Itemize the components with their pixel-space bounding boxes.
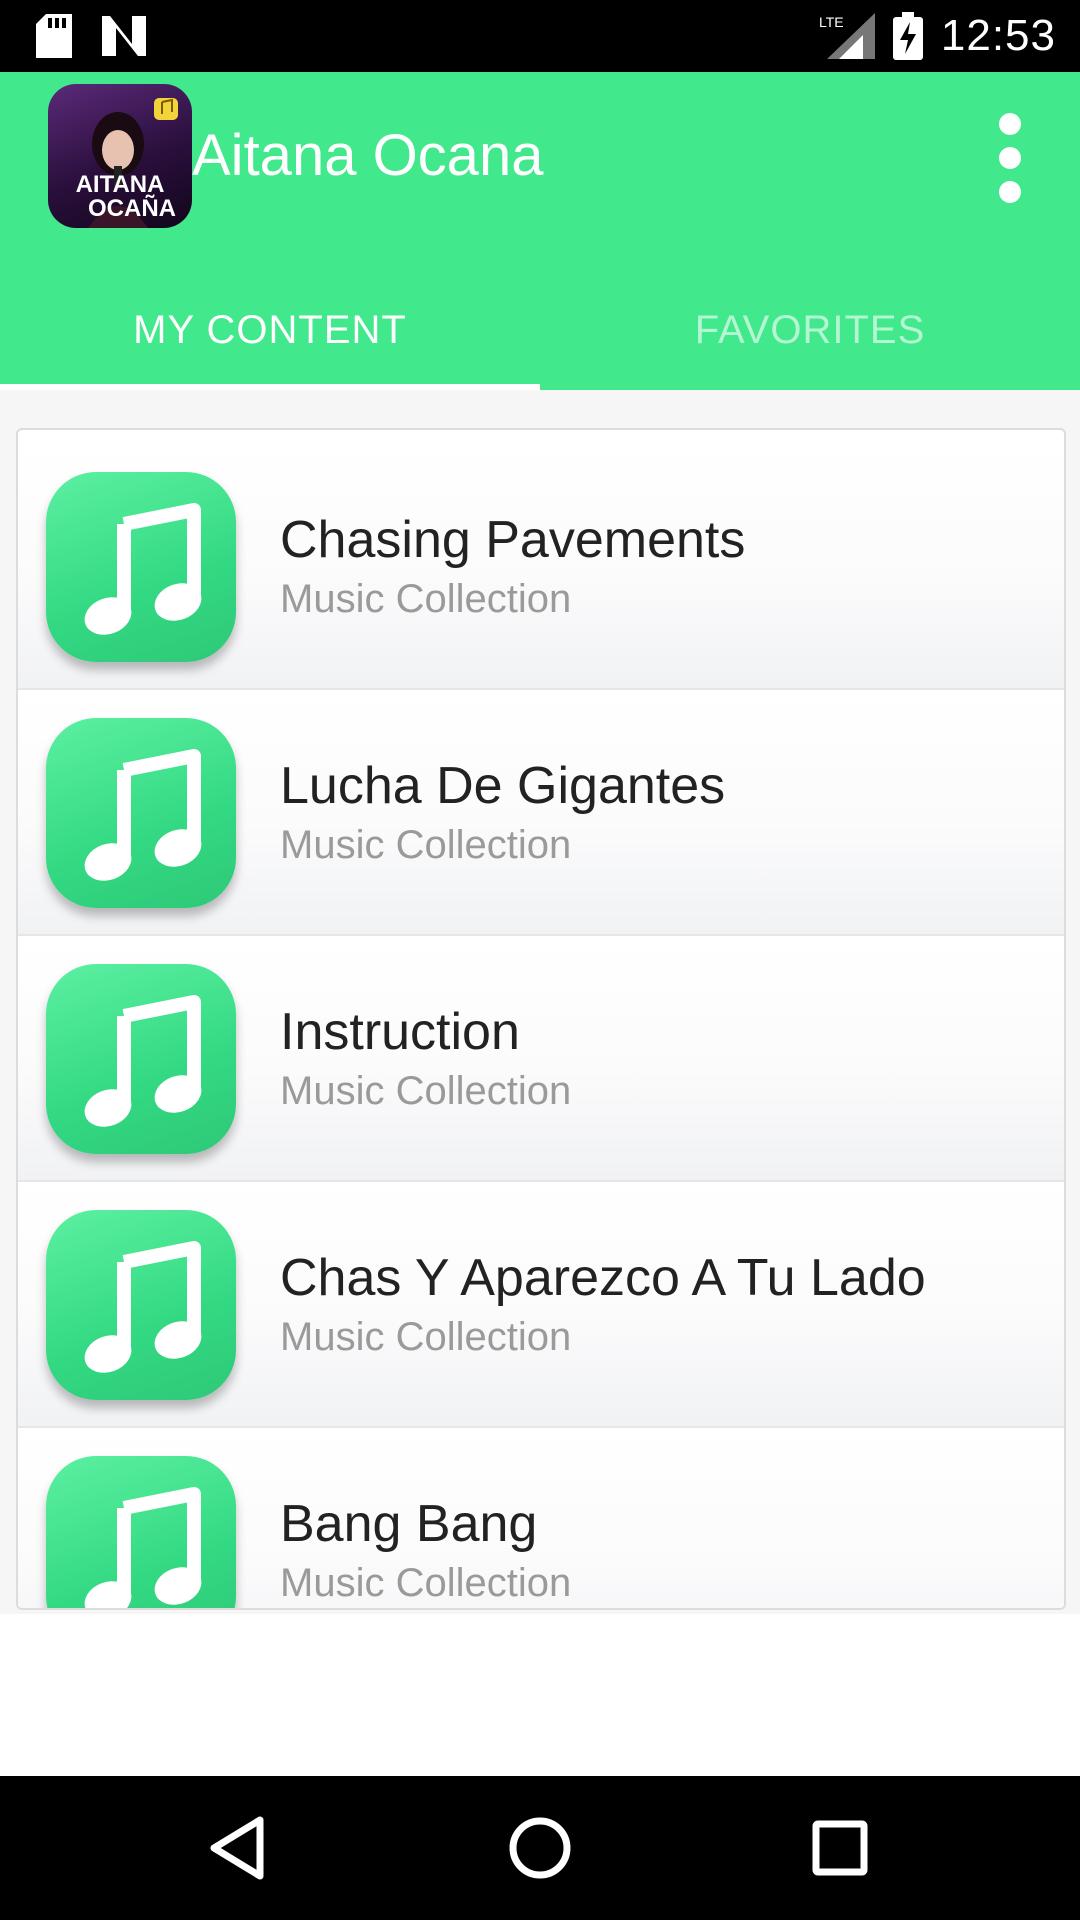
back-icon[interactable] <box>204 1812 276 1884</box>
list-item[interactable]: Chasing Pavements Music Collection <box>18 444 1064 690</box>
item-subtitle: Music Collection <box>280 1069 572 1113</box>
status-right-icons: LTE 12:53 <box>819 6 1056 66</box>
list-item[interactable]: Instruction Music Collection <box>18 936 1064 1182</box>
list-item[interactable]: Chas Y Aparezco A Tu Lado Music Collecti… <box>18 1182 1064 1428</box>
item-title: Chas Y Aparezco A Tu Lado <box>280 1249 926 1307</box>
item-title: Lucha De Gigantes <box>280 757 726 815</box>
n-notification-icon <box>102 16 146 56</box>
tab-favorites[interactable]: FAVORITES <box>540 270 1080 390</box>
more-options-button[interactable] <box>980 110 1040 206</box>
status-time: 12:53 <box>940 11 1056 60</box>
tab-my-content[interactable]: MY CONTENT <box>0 270 540 390</box>
item-subtitle: Music Collection <box>280 823 572 867</box>
list-item[interactable]: Bang Bang Music Collection <box>18 1428 1064 1608</box>
music-note-icon <box>46 1456 236 1608</box>
more-vert-icon <box>999 113 1021 135</box>
home-icon[interactable] <box>504 1812 576 1884</box>
status-left-icons <box>36 14 146 58</box>
music-note-icon <box>46 718 236 908</box>
music-note-icon <box>46 472 236 662</box>
more-vert-icon-dot <box>999 181 1021 203</box>
app-title: Aitana Ocana <box>192 123 544 188</box>
list-item[interactable]: Lucha De Gigantes Music Collection <box>18 690 1064 936</box>
music-note-icon <box>46 1210 236 1400</box>
more-vert-icon-dot <box>999 147 1021 169</box>
music-note-icon <box>46 964 236 1154</box>
logo-text-line1: AITANA <box>76 171 165 198</box>
battery-charging-icon <box>892 12 923 60</box>
recents-icon[interactable] <box>804 1812 876 1884</box>
app-logo-art: AITANA OCAÑA <box>76 98 178 228</box>
logo-text-line2: OCAÑA <box>88 194 176 222</box>
sd-card-icon <box>36 14 72 58</box>
content-list: Chasing Pavements Music Collection Lucha… <box>16 428 1066 1610</box>
item-subtitle: Music Collection <box>280 1561 572 1605</box>
item-subtitle: Music Collection <box>280 577 572 621</box>
item-title: Chasing Pavements <box>280 511 746 569</box>
lte-label: LTE <box>819 14 844 30</box>
item-subtitle: Music Collection <box>280 1315 572 1359</box>
item-title: Instruction <box>280 1003 520 1061</box>
content-area: Chasing Pavements Music Collection Lucha… <box>0 390 1080 1614</box>
app-logo: AITANA OCAÑA <box>48 84 192 228</box>
status-bar: LTE 12:53 <box>0 0 1080 72</box>
item-title: Bang Bang <box>280 1495 538 1553</box>
lte-signal-icon: LTE <box>819 13 875 59</box>
navigation-bar <box>0 1776 1080 1920</box>
